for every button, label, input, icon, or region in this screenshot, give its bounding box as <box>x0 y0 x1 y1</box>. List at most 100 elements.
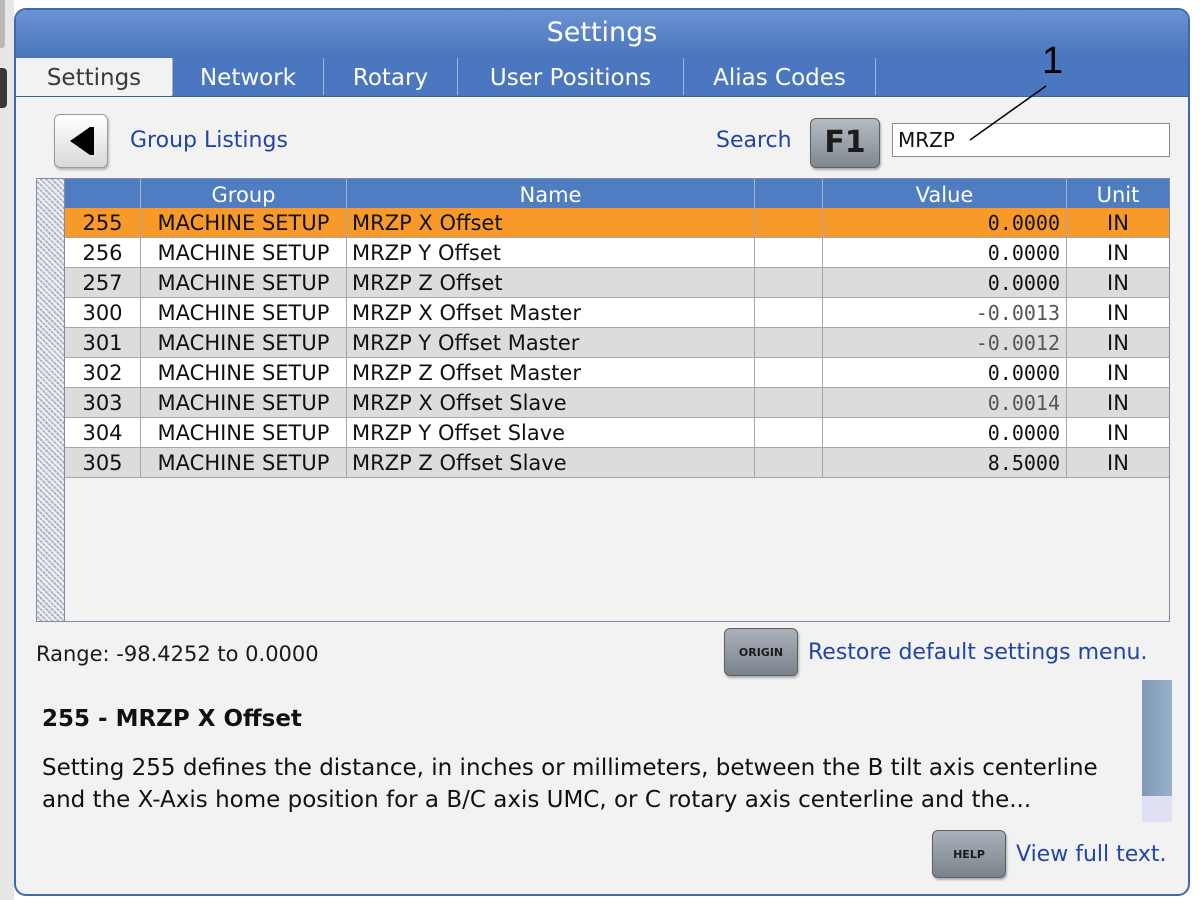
help-key[interactable]: HELP <box>932 830 1006 878</box>
table-row[interactable]: 305 MACHINE SETUP MRZP Z Offset Slave 8.500… <box>65 448 1169 478</box>
description-scrollbar[interactable] <box>1142 680 1172 822</box>
row-name: MRZP Y Offset <box>347 238 755 268</box>
row-blank <box>755 328 823 358</box>
row-value: 0.0000 <box>823 418 1067 448</box>
row-value: 8.5000 <box>823 448 1067 478</box>
row-value: -0.0012 <box>823 328 1067 358</box>
row-number: 255 <box>65 208 141 238</box>
table-header: Group Name Value Unit <box>65 179 1169 208</box>
view-full-text-link[interactable]: View full text. <box>1016 842 1167 867</box>
row-blank <box>755 268 823 298</box>
search-input[interactable] <box>892 123 1170 157</box>
search-label: Search <box>716 128 792 153</box>
row-name: MRZP X Offset Master <box>347 298 755 328</box>
row-blank <box>755 208 823 238</box>
row-unit: IN <box>1067 298 1169 328</box>
row-name: MRZP Y Offset Master <box>347 328 755 358</box>
row-number: 300 <box>65 298 141 328</box>
row-unit: IN <box>1067 418 1169 448</box>
row-blank <box>755 358 823 388</box>
settings-window: Settings Settings Network Rotary User Po… <box>14 8 1190 896</box>
row-group: MACHINE SETUP <box>141 328 347 358</box>
row-number: 302 <box>65 358 141 388</box>
row-number: 304 <box>65 418 141 448</box>
column-header-unit: Unit <box>1096 183 1140 207</box>
row-name: MRZP X Offset Slave <box>347 388 755 418</box>
row-group: MACHINE SETUP <box>141 418 347 448</box>
tab-alias-codes[interactable]: Alias Codes <box>684 58 876 95</box>
row-unit: IN <box>1067 448 1169 478</box>
row-blank <box>755 388 823 418</box>
row-unit: IN <box>1067 328 1169 358</box>
row-group: MACHINE SETUP <box>141 448 347 478</box>
row-group: MACHINE SETUP <box>141 298 347 328</box>
row-name: MRZP Z Offset Slave <box>347 448 755 478</box>
table-row[interactable]: 302 MACHINE SETUP MRZP Z Offset Master 0.00… <box>65 358 1169 388</box>
window-title: Settings <box>16 10 1188 58</box>
background-edge <box>0 0 14 900</box>
callout-number: 1 <box>1042 40 1064 82</box>
row-value: -0.0013 <box>823 298 1067 328</box>
tab-rotary[interactable]: Rotary <box>324 58 458 95</box>
row-number: 301 <box>65 328 141 358</box>
row-blank <box>755 418 823 448</box>
row-group: MACHINE SETUP <box>141 238 347 268</box>
column-header-blank <box>755 179 823 208</box>
row-number: 303 <box>65 388 141 418</box>
table-row[interactable]: 301 MACHINE SETUP MRZP Y Offset Master -0.0… <box>65 328 1169 358</box>
row-group: MACHINE SETUP <box>141 268 347 298</box>
row-group: MACHINE SETUP <box>141 208 347 238</box>
row-blank <box>755 448 823 478</box>
row-unit: IN <box>1067 268 1169 298</box>
left-arrow-icon-bar <box>90 127 94 155</box>
tab-bar: Settings Network Rotary User Positions A… <box>16 58 1188 97</box>
row-unit: IN <box>1067 388 1169 418</box>
background-window-edge <box>0 0 5 48</box>
tab-user-positions[interactable]: User Positions <box>458 58 684 95</box>
row-name: MRZP X Offset <box>347 208 755 238</box>
row-group: MACHINE SETUP <box>141 388 347 418</box>
description-title: 255 - MRZP X Offset <box>42 706 302 732</box>
group-listings-link[interactable]: Group Listings <box>130 128 288 153</box>
row-group: MACHINE SETUP <box>141 358 347 388</box>
row-number: 256 <box>65 238 141 268</box>
description-body: Setting 255 defines the distance, in inc… <box>42 755 1098 813</box>
range-text: Range: -98.4252 to 0.0000 <box>36 642 319 666</box>
row-number: 305 <box>65 448 141 478</box>
settings-table: Group Name Value Unit 255 MACHINE SETUP MR… <box>36 178 1170 622</box>
table-row[interactable]: 300 MACHINE SETUP MRZP X Offset Master -0.0… <box>65 298 1169 328</box>
restore-defaults-link[interactable]: Restore default settings menu. <box>808 640 1147 665</box>
row-name: MRZP Z Offset Master <box>347 358 755 388</box>
row-unit: IN <box>1067 208 1169 238</box>
description-scroll-thumb[interactable] <box>1142 680 1172 796</box>
row-value: 0.0000 <box>823 208 1067 238</box>
row-unit: IN <box>1067 358 1169 388</box>
table-row[interactable]: 303 MACHINE SETUP MRZP X Offset Slave 0.001… <box>65 388 1169 418</box>
origin-key[interactable]: ORIGIN <box>724 628 798 676</box>
row-value: 0.0000 <box>823 268 1067 298</box>
table-row[interactable]: 257 MACHINE SETUP MRZP Z Offset 0.0000 IN <box>65 268 1169 298</box>
table-row[interactable]: 255 MACHINE SETUP MRZP X Offset 0.0000 IN <box>65 208 1169 238</box>
row-blank <box>755 238 823 268</box>
column-header-number <box>65 179 141 208</box>
row-name: MRZP Z Offset <box>347 268 755 298</box>
tab-settings[interactable]: Settings <box>16 58 172 96</box>
tab-network[interactable]: Network <box>172 58 324 95</box>
row-unit: IN <box>1067 238 1169 268</box>
description-text-area: Setting 255 defines the distance, in inc… <box>42 752 1112 822</box>
column-header-name: Name <box>347 179 755 208</box>
row-value: 0.0000 <box>823 238 1067 268</box>
row-value: 0.0014 <box>823 388 1067 418</box>
table-row[interactable]: 256 MACHINE SETUP MRZP Y Offset 0.0000 IN <box>65 238 1169 268</box>
left-arrow-icon <box>70 127 90 155</box>
table-scrollbar[interactable] <box>37 179 65 621</box>
f1-search-key[interactable]: F1 <box>810 118 880 168</box>
table-row[interactable]: 304 MACHINE SETUP MRZP Y Offset Slave 0.000… <box>65 418 1169 448</box>
row-name: MRZP Y Offset Slave <box>347 418 755 448</box>
back-button[interactable] <box>54 114 108 168</box>
background-window-edge <box>0 68 7 108</box>
row-blank <box>755 298 823 328</box>
row-number: 257 <box>65 268 141 298</box>
row-value: 0.0000 <box>823 358 1067 388</box>
column-header-group: Group <box>141 179 347 208</box>
